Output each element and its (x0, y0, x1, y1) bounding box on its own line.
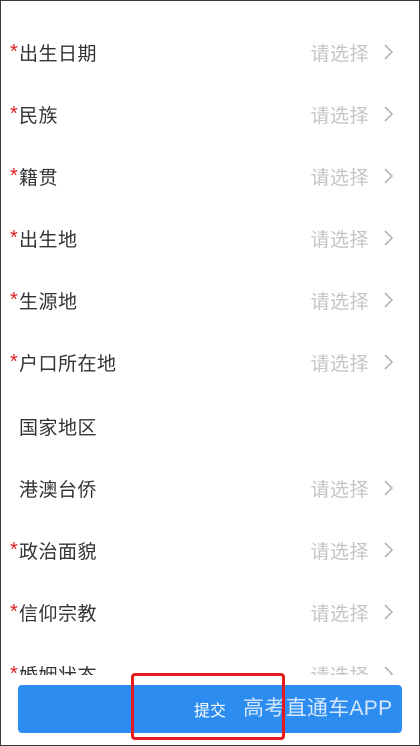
form-row-birthplace[interactable]: * 出生地 请选择 (1, 207, 419, 269)
form-row-country-region: 国家地区 (1, 395, 419, 457)
form-row-religion[interactable]: * 信仰宗教 请选择 (1, 581, 419, 643)
row-label: 政治面貌 (19, 541, 98, 563)
row-value: 请选择 (310, 541, 369, 563)
required-mark: * (10, 103, 18, 125)
phone-frame: * 出生日期 请选择 * 民族 请选择 * 籍贯 请选择 * 出生地 请选择 *… (0, 0, 420, 746)
row-label: 籍贯 (19, 167, 59, 189)
row-value: 请选择 (310, 229, 369, 251)
form-row-native-place[interactable]: * 籍贯 请选择 (1, 145, 419, 207)
row-label: 出生地 (19, 229, 78, 251)
row-value: 请选择 (310, 603, 369, 625)
required-mark: * (10, 165, 18, 187)
chevron-right-icon (383, 167, 395, 185)
form-row-hk-macau-taiwan[interactable]: 港澳台侨 请选择 (1, 457, 419, 519)
required-mark: * (10, 41, 18, 63)
required-mark: * (10, 601, 18, 623)
chevron-right-icon (383, 353, 395, 371)
row-label: 国家地区 (19, 417, 98, 439)
chevron-right-icon (383, 229, 395, 247)
required-mark: * (10, 351, 18, 373)
row-label: 民族 (19, 105, 59, 127)
form-row-student-origin[interactable]: * 生源地 请选择 (1, 269, 419, 331)
row-value: 请选择 (310, 167, 369, 189)
row-value: 请选择 (310, 43, 369, 65)
chevron-right-icon (383, 541, 395, 559)
highlight-annotation (131, 673, 285, 740)
form-row-ethnicity[interactable]: * 民族 请选择 (1, 83, 419, 145)
row-value: 请选择 (310, 479, 369, 501)
row-label: 户口所在地 (19, 353, 117, 375)
chevron-right-icon (383, 479, 395, 497)
row-label: 信仰宗教 (19, 603, 98, 625)
row-value: 请选择 (310, 353, 369, 375)
required-mark: * (10, 227, 18, 249)
required-mark: * (10, 289, 18, 311)
form-list: * 出生日期 请选择 * 民族 请选择 * 籍贯 请选择 * 出生地 请选择 *… (1, 1, 419, 745)
chevron-right-icon (383, 105, 395, 123)
required-mark: * (10, 539, 18, 561)
form-row-birth-date[interactable]: * 出生日期 请选择 (1, 21, 419, 83)
row-value: 请选择 (310, 291, 369, 313)
form-row-household-location[interactable]: * 户口所在地 请选择 (1, 331, 419, 393)
row-label: 生源地 (19, 291, 78, 313)
chevron-right-icon (383, 291, 395, 309)
row-label: 出生日期 (19, 43, 98, 65)
form-row-political-status[interactable]: * 政治面貌 请选择 (1, 519, 419, 581)
row-label: 港澳台侨 (19, 479, 98, 501)
chevron-right-icon (383, 603, 395, 621)
chevron-right-icon (383, 43, 395, 61)
row-value: 请选择 (310, 105, 369, 127)
